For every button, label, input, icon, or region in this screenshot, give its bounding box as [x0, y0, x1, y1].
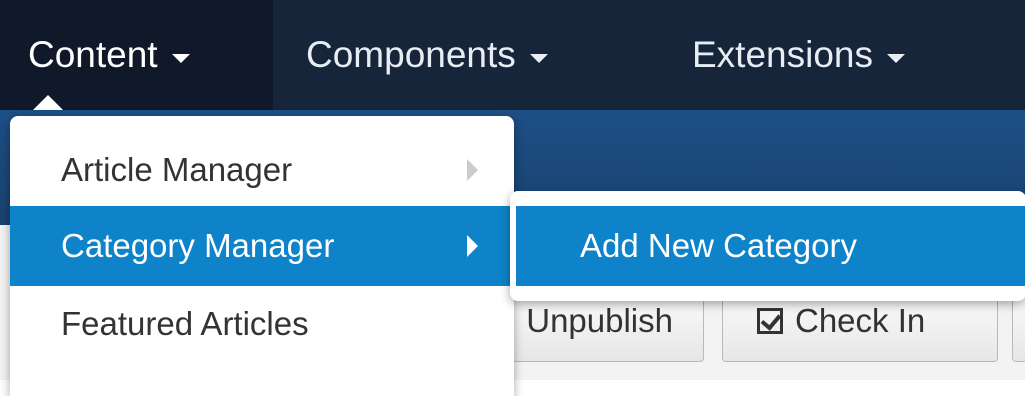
menu-item-featured-articles[interactable]: Featured Articles	[10, 284, 514, 364]
check-in-label: Check In	[795, 302, 926, 339]
nav-item-extensions[interactable]: Extensions	[676, 0, 905, 110]
menu-item-label: Article Manager	[61, 151, 293, 188]
nav-item-components[interactable]: Components	[290, 0, 548, 110]
chevron-right-icon	[467, 235, 478, 257]
menu-item-category-manager[interactable]: Category Manager	[10, 206, 514, 286]
submenu-item-label: Add New Category	[580, 227, 857, 264]
menu-item-label: Featured Articles	[61, 305, 309, 342]
nav-item-label: Content	[28, 34, 158, 75]
chevron-down-icon	[529, 53, 548, 63]
menu-item-article-manager[interactable]: Article Manager	[10, 130, 514, 210]
checkbox-checked-icon	[757, 308, 783, 334]
unpublish-label: Unpublish	[526, 302, 673, 339]
menu-item-label: Category Manager	[61, 227, 335, 264]
nav-item-label: Components	[306, 34, 516, 75]
nav-item-label: Extensions	[692, 34, 873, 75]
submenu-item-add-new-category[interactable]: Add New Category	[516, 206, 1025, 286]
nav-item-content[interactable]: Content	[0, 0, 273, 110]
top-navbar: Content Components Extensions	[0, 0, 1025, 110]
chevron-down-icon	[171, 53, 190, 63]
chevron-right-icon	[467, 159, 478, 181]
dropdown-pointer	[33, 95, 63, 110]
chevron-down-icon	[887, 53, 905, 63]
